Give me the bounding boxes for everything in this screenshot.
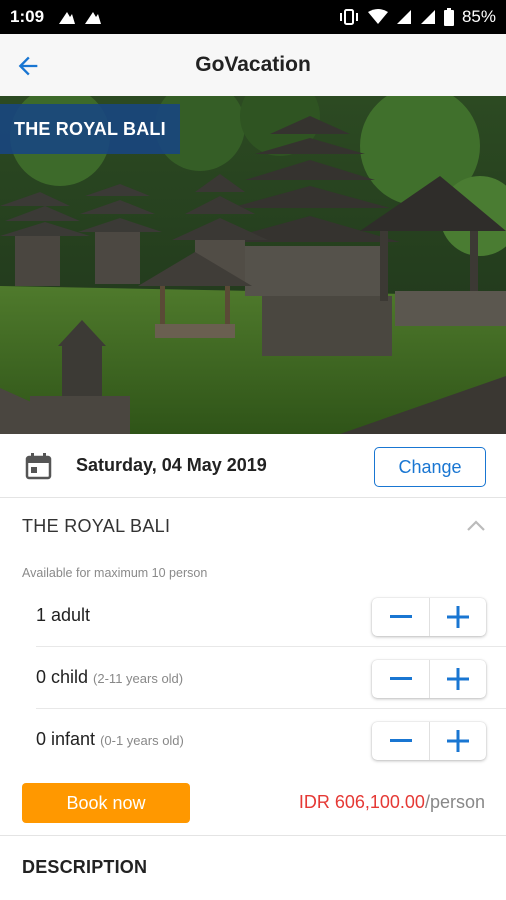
quantity-stepper — [372, 660, 486, 698]
quantity-stepper — [372, 722, 486, 760]
decrease-button[interactable] — [372, 660, 429, 698]
participant-label: 0 infant — [36, 729, 96, 749]
minus-icon — [389, 677, 412, 680]
vibrate-icon — [339, 9, 358, 25]
date-row: Saturday, 04 May 2019 Change — [0, 434, 506, 498]
signal-icon — [396, 10, 411, 24]
plus-icon — [447, 606, 469, 628]
chevron-up-icon[interactable] — [466, 518, 486, 532]
decrease-button[interactable] — [372, 722, 429, 760]
hero-image: THE ROYAL BALI — [0, 96, 506, 434]
calendar-icon — [25, 453, 52, 480]
participant-label: 0 child — [36, 667, 89, 687]
description-heading: DESCRIPTION — [22, 857, 148, 877]
availability-note: Available for maximum 10 person — [22, 566, 208, 580]
status-bar: 1:09 85% — [0, 0, 506, 34]
increase-button[interactable] — [429, 722, 486, 760]
battery-level: 85% — [461, 7, 496, 26]
notification-icon — [59, 12, 76, 24]
plus-icon — [447, 668, 469, 690]
minus-icon — [389, 615, 412, 618]
selected-date: Saturday, 04 May 2019 — [76, 455, 267, 475]
change-date-button[interactable]: Change — [374, 447, 486, 487]
age-range-note: (0-1 years old) — [100, 733, 184, 748]
book-now-button[interactable]: Book now — [22, 783, 190, 823]
price-amount: IDR 606,100.00 — [298, 792, 425, 812]
app-bar: GoVacation — [0, 34, 506, 96]
notification-icon — [85, 12, 102, 24]
package-title: THE ROYAL BALI — [22, 516, 171, 536]
participant-label: 1 adult — [36, 605, 91, 625]
status-time: 1:09 — [10, 7, 45, 26]
participant-row-child: 0 child (2-11 years old) — [36, 647, 506, 709]
age-range-note: (2-11 years old) — [93, 671, 184, 686]
wifi-icon — [367, 9, 388, 24]
plus-icon — [447, 730, 469, 752]
participant-row-adult: 1 adult — [36, 585, 506, 647]
battery-icon — [443, 8, 454, 26]
minus-icon — [389, 739, 412, 742]
divider — [0, 835, 506, 836]
decrease-button[interactable] — [372, 598, 429, 636]
price-unit: /person — [424, 792, 485, 812]
quantity-stepper — [372, 598, 486, 636]
participant-row-infant: 0 infant (0-1 years old) — [36, 709, 506, 771]
increase-button[interactable] — [429, 598, 486, 636]
app-title: GoVacation — [195, 53, 311, 76]
hero-badge: THE ROYAL BALI — [0, 104, 180, 154]
increase-button[interactable] — [429, 660, 486, 698]
price-per-person: IDR 606,100.00/person — [299, 792, 485, 813]
signal-icon — [420, 10, 435, 24]
arrow-back-icon[interactable] — [14, 52, 42, 80]
